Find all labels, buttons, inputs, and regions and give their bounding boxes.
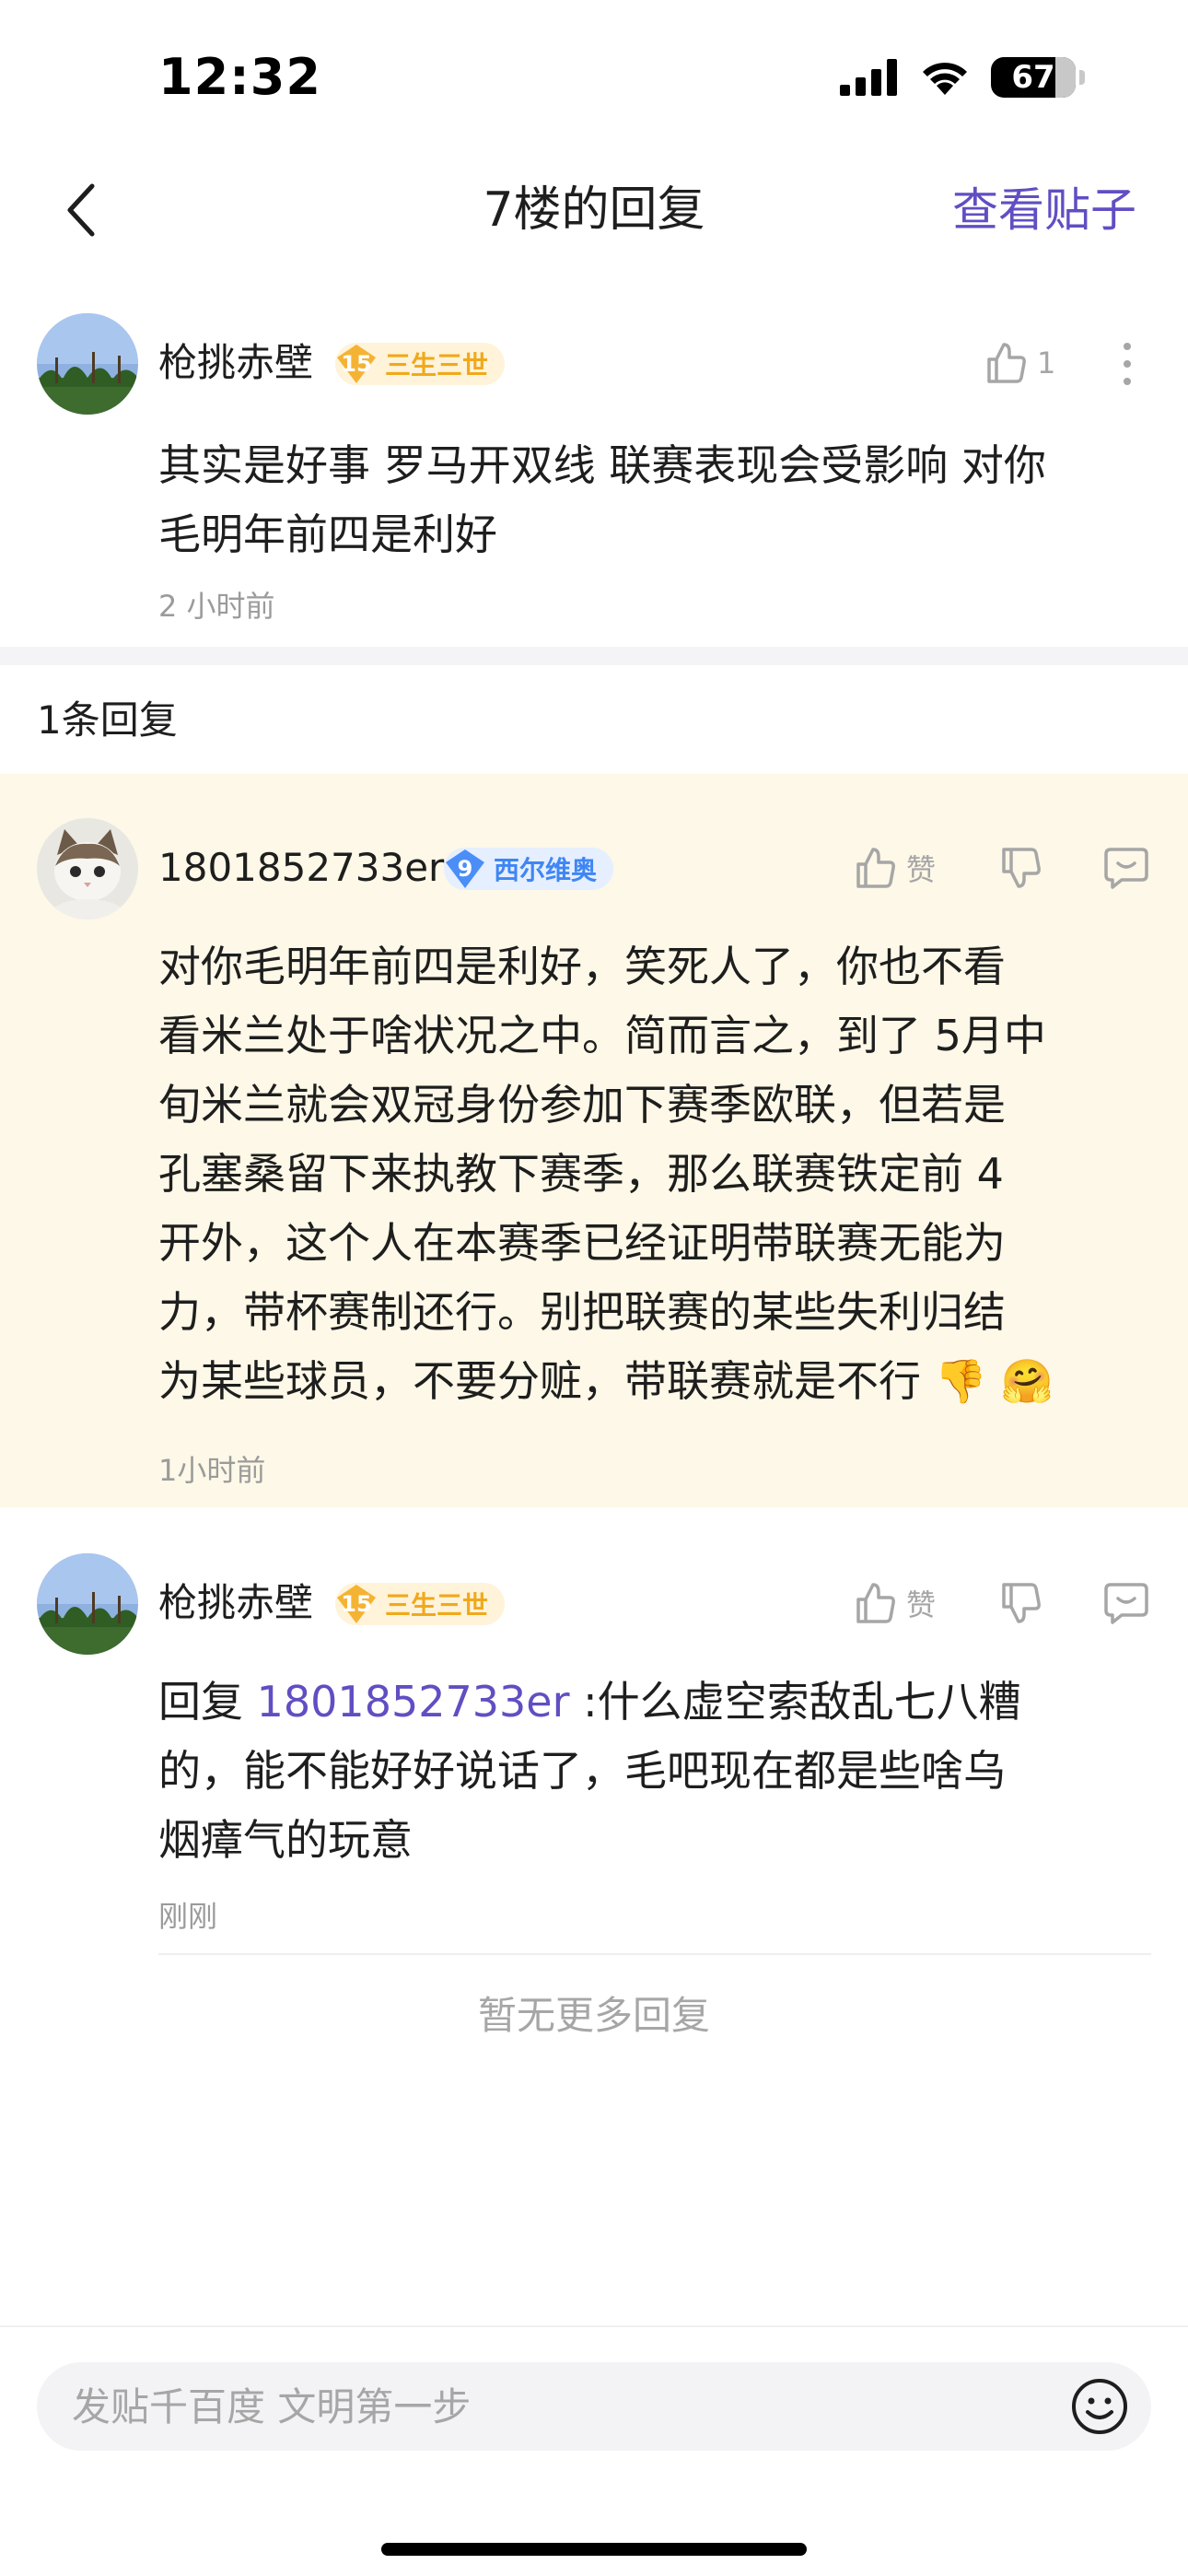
like-label: 赞 bbox=[906, 1587, 937, 1622]
username[interactable]: 1801852733er bbox=[158, 840, 444, 896]
home-indicator[interactable] bbox=[381, 2543, 807, 2556]
landscape-avatar-icon bbox=[37, 1553, 138, 1655]
wifi-icon bbox=[923, 63, 967, 95]
landscape-avatar-icon bbox=[37, 313, 138, 415]
cat-avatar-icon bbox=[37, 818, 138, 919]
post-content: 其实是好事 罗马开双线 联赛表现会受影响 对你 毛明年前四是利好 bbox=[158, 440, 1046, 559]
battery-tip bbox=[1079, 70, 1085, 85]
comment-icon bbox=[1104, 1583, 1148, 1624]
username[interactable]: 枪挑赤壁 bbox=[158, 335, 313, 391]
status-bar: 12:32 67 bbox=[0, 0, 1188, 147]
reply-content: 回复 1801852733er :什么虚空索敌乱七八糟 的，能不能好好说话了，毛… bbox=[158, 1677, 1021, 1865]
view-post-link[interactable]: 查看贴子 bbox=[952, 175, 1136, 245]
comment-icon bbox=[1104, 848, 1148, 889]
reply-button[interactable] bbox=[1103, 1581, 1149, 1625]
thumbs-down-icon bbox=[1002, 848, 1041, 888]
emoji-button[interactable] bbox=[1070, 2377, 1129, 2436]
level-badge: 15 三生三世 bbox=[335, 343, 506, 385]
level-gem-icon: 9 bbox=[444, 848, 486, 890]
mention-link[interactable]: 1801852733er bbox=[257, 1677, 570, 1727]
more-options-button[interactable] bbox=[1120, 341, 1135, 387]
avatar[interactable] bbox=[37, 1553, 138, 1655]
nav-bar: 7楼的回复 查看贴子 bbox=[0, 147, 1188, 272]
more-vertical-icon bbox=[1124, 343, 1131, 385]
dislike-button[interactable] bbox=[998, 846, 1042, 890]
cellular-signal-icon bbox=[840, 59, 897, 96]
level-gem-icon: 15 bbox=[335, 343, 378, 385]
reply-input[interactable] bbox=[72, 2362, 1030, 2451]
composer-box[interactable] bbox=[37, 2362, 1151, 2451]
like-button[interactable]: 1 bbox=[984, 341, 1055, 385]
status-icons: 67 bbox=[840, 57, 1085, 98]
thumbs-up-icon bbox=[856, 848, 895, 888]
battery-level: 67 bbox=[1011, 59, 1055, 96]
reply-count: 1条回复 bbox=[37, 697, 178, 743]
like-label: 赞 bbox=[906, 852, 937, 887]
username[interactable]: 枪挑赤壁 bbox=[158, 1575, 313, 1631]
reply-time: 1小时前 bbox=[158, 1453, 266, 1488]
level-badge: 15 三生三世 bbox=[335, 1583, 506, 1625]
emoji-reactions: 👎 🤗 bbox=[934, 1356, 1054, 1406]
like-count: 1 bbox=[1037, 345, 1056, 381]
avatar[interactable] bbox=[37, 818, 138, 919]
reply-time: 刚刚 bbox=[158, 1899, 218, 1934]
avatar[interactable] bbox=[37, 313, 138, 415]
composer-bar bbox=[0, 2325, 1188, 2576]
status-time: 12:32 bbox=[158, 48, 321, 106]
level-title: 三生三世 bbox=[385, 1590, 489, 1621]
reply-button[interactable] bbox=[1103, 846, 1149, 890]
divider bbox=[158, 1953, 1151, 1955]
level-badge: 9 西尔维奥 bbox=[444, 848, 614, 890]
level-title: 西尔维奥 bbox=[494, 855, 598, 885]
thumbs-up-icon bbox=[856, 1583, 895, 1623]
thumbs-up-icon bbox=[987, 343, 1026, 383]
like-button[interactable]: 赞 bbox=[853, 846, 936, 890]
reply-content: 对你毛明年前四是利好，笑死人了，你也不看 看米兰处于啥状况之中。简而言之，到了 … bbox=[158, 942, 1054, 1406]
smiley-icon bbox=[1072, 2379, 1127, 2434]
dislike-button[interactable] bbox=[998, 1581, 1042, 1625]
like-button[interactable]: 赞 bbox=[853, 1581, 936, 1625]
section-divider bbox=[0, 647, 1188, 665]
level-gem-icon: 15 bbox=[335, 1583, 378, 1625]
no-more-replies: 暂无更多回复 bbox=[477, 1993, 710, 2038]
level-title: 三生三世 bbox=[385, 350, 489, 381]
post-time: 2 小时前 bbox=[158, 589, 275, 624]
battery-indicator: 67 bbox=[991, 57, 1076, 98]
thumbs-down-icon bbox=[1002, 1583, 1041, 1623]
